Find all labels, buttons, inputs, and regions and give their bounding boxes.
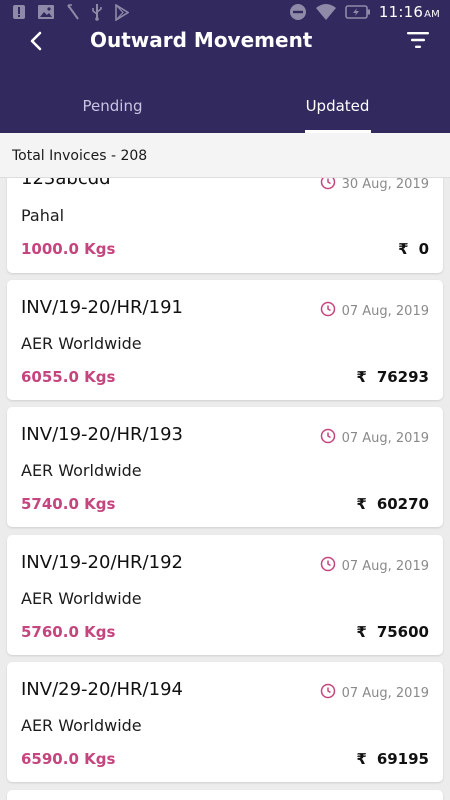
invoice-card[interactable]: INV/29-20/HR/194 07 Aug, 2019 AER Worldw…	[7, 662, 443, 782]
invoice-weight: 6055.0 Kgs	[21, 368, 116, 386]
app-bar: Outward Movement	[0, 24, 450, 78]
invoice-date-text: 07 Aug, 2019	[341, 686, 429, 701]
total-invoices-bar: Total Invoices - 208	[0, 133, 450, 178]
tab-bar: Pending Updated	[0, 78, 450, 133]
invoice-date: 07 Aug, 2019	[320, 301, 429, 322]
signal-off-icon	[66, 4, 80, 20]
tab-updated[interactable]: Updated	[225, 78, 450, 133]
invoice-date-text: 07 Aug, 2019	[341, 559, 429, 574]
notification-alert-icon	[12, 4, 26, 20]
invoice-date-text: 07 Aug, 2019	[341, 431, 429, 446]
invoice-list[interactable]: 123abcdd 30 Aug, 2019 Pahal 1000.0 Kgs ₹…	[0, 178, 450, 800]
invoice-weight: 6590.0 Kgs	[21, 750, 116, 768]
invoice-number: 123abcdd	[21, 178, 111, 189]
invoice-card[interactable]	[7, 790, 443, 800]
total-invoices-text: Total Invoices - 208	[12, 148, 148, 164]
party-name: AER Worldwide	[21, 461, 142, 480]
play-store-icon	[114, 3, 129, 21]
invoice-card[interactable]: 123abcdd 30 Aug, 2019 Pahal 1000.0 Kgs ₹…	[7, 178, 443, 273]
clock-icon	[320, 556, 336, 577]
invoice-date-text: 07 Aug, 2019	[341, 304, 429, 319]
rupee-symbol: ₹	[398, 240, 409, 258]
invoice-card[interactable]: INV/19-20/HR/193 07 Aug, 2019 AER Worldw…	[7, 407, 443, 527]
clock-icon	[320, 301, 336, 322]
image-icon	[37, 4, 55, 20]
party-name: AER Worldwide	[21, 716, 142, 735]
invoice-number: INV/19-20/HR/193	[21, 424, 183, 445]
status-time: 11:16AM	[378, 3, 440, 21]
invoice-weight: 5760.0 Kgs	[21, 623, 116, 641]
invoice-date: 30 Aug, 2019	[320, 178, 429, 195]
back-button[interactable]	[22, 28, 50, 58]
chevron-left-icon	[29, 31, 43, 56]
party-name: AER Worldwide	[21, 589, 142, 608]
rupee-symbol: ₹	[356, 750, 367, 768]
party-name: AER Worldwide	[21, 334, 142, 353]
tab-updated-label: Updated	[305, 96, 370, 115]
invoice-amount-value: 76293	[376, 368, 429, 386]
invoice-date: 07 Aug, 2019	[320, 556, 429, 577]
clock-icon	[320, 178, 336, 195]
invoice-card[interactable]: INV/19-20/HR/192 07 Aug, 2019 AER Worldw…	[7, 535, 443, 655]
invoice-weight: 1000.0 Kgs	[21, 240, 116, 258]
do-not-disturb-icon	[289, 3, 307, 21]
invoice-amount: ₹ 60270	[356, 495, 429, 513]
tab-pending[interactable]: Pending	[0, 78, 225, 133]
invoice-number: INV/19-20/HR/192	[21, 552, 183, 573]
usb-icon	[91, 3, 103, 21]
page-title: Outward Movement	[90, 28, 313, 52]
invoice-weight: 5740.0 Kgs	[21, 495, 116, 513]
clock-icon	[320, 683, 336, 704]
invoice-amount-value: 69195	[376, 750, 429, 768]
invoice-card[interactable]: INV/19-20/HR/191 07 Aug, 2019 AER Worldw…	[7, 280, 443, 400]
rupee-symbol: ₹	[356, 495, 367, 513]
invoice-amount-value: 0	[418, 240, 429, 258]
rupee-symbol: ₹	[356, 368, 367, 386]
invoice-number: INV/19-20/HR/191	[21, 297, 183, 318]
status-bar: 11:16AM	[0, 0, 450, 24]
invoice-amount-value: 60270	[376, 495, 429, 513]
invoice-date: 07 Aug, 2019	[320, 428, 429, 449]
party-name: Pahal	[21, 206, 65, 225]
invoice-amount-value: 75600	[376, 623, 429, 641]
invoice-amount: ₹ 0	[398, 240, 429, 258]
invoice-date-text: 30 Aug, 2019	[341, 178, 429, 192]
status-notifications	[12, 3, 129, 21]
filter-button[interactable]	[404, 28, 432, 56]
invoice-amount: ₹ 69195	[356, 750, 429, 768]
invoice-number: INV/29-20/HR/194	[21, 679, 183, 700]
invoice-amount: ₹ 76293	[356, 368, 429, 386]
invoice-amount: ₹ 75600	[356, 623, 429, 641]
tab-pending-label: Pending	[82, 96, 143, 115]
filter-icon	[406, 31, 430, 54]
clock-icon	[320, 428, 336, 449]
battery-charging-icon	[345, 4, 371, 20]
wifi-icon	[315, 3, 337, 21]
rupee-symbol: ₹	[356, 623, 367, 641]
status-system: 11:16AM	[289, 3, 440, 21]
invoice-date: 07 Aug, 2019	[320, 683, 429, 704]
